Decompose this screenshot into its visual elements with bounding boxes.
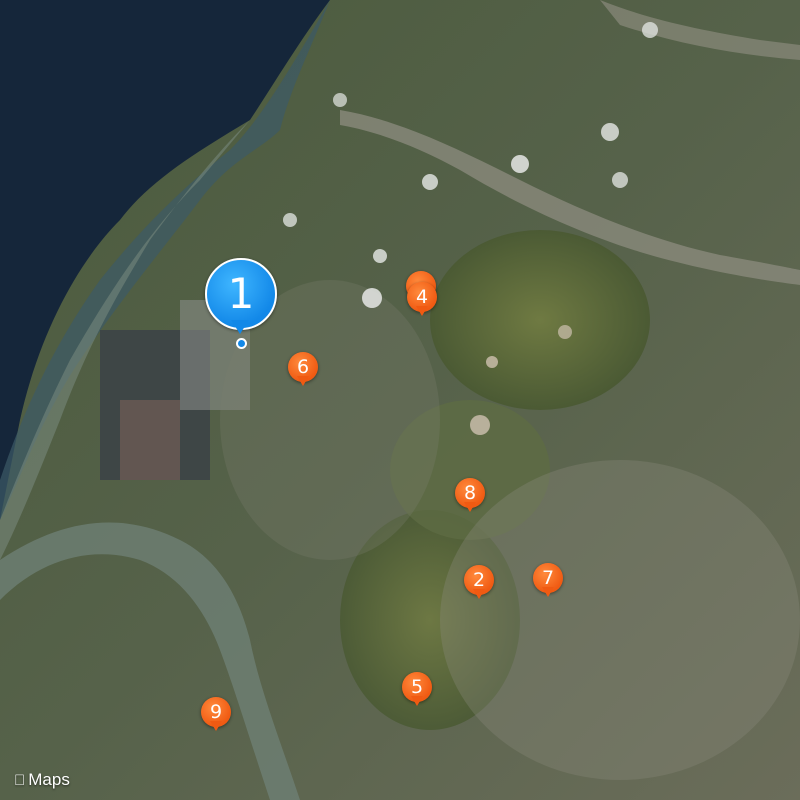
map-pin-tail <box>297 376 309 386</box>
map-pin-8[interactable]: 8 <box>455 478 485 516</box>
map-pin-6[interactable]: 6 <box>288 352 318 390</box>
map-pin-1-selected[interactable]: 1 <box>205 258 277 350</box>
map-pin-tail <box>416 306 428 316</box>
map-view[interactable]: 1 4 6 8 2 7 5 9  Maps <box>0 0 800 800</box>
map-pin-tail <box>210 721 222 731</box>
map-pin-tail <box>231 320 249 334</box>
map-pin-tail <box>473 589 485 599</box>
map-pin-4[interactable]: 4 <box>407 282 437 320</box>
location-dot <box>236 338 247 349</box>
map-pin-2[interactable]: 2 <box>464 565 494 603</box>
map-pin-5[interactable]: 5 <box>402 672 432 710</box>
map-pin-7[interactable]: 7 <box>533 563 563 601</box>
map-pin-9[interactable]: 9 <box>201 697 231 735</box>
maps-attribution[interactable]:  Maps <box>14 770 70 790</box>
satellite-imagery <box>0 0 800 800</box>
map-pin-tail <box>464 502 476 512</box>
map-pin-tail <box>542 587 554 597</box>
map-pin-tail <box>411 696 423 706</box>
apple-logo-icon:  <box>14 772 25 789</box>
maps-label: Maps <box>17 770 70 789</box>
